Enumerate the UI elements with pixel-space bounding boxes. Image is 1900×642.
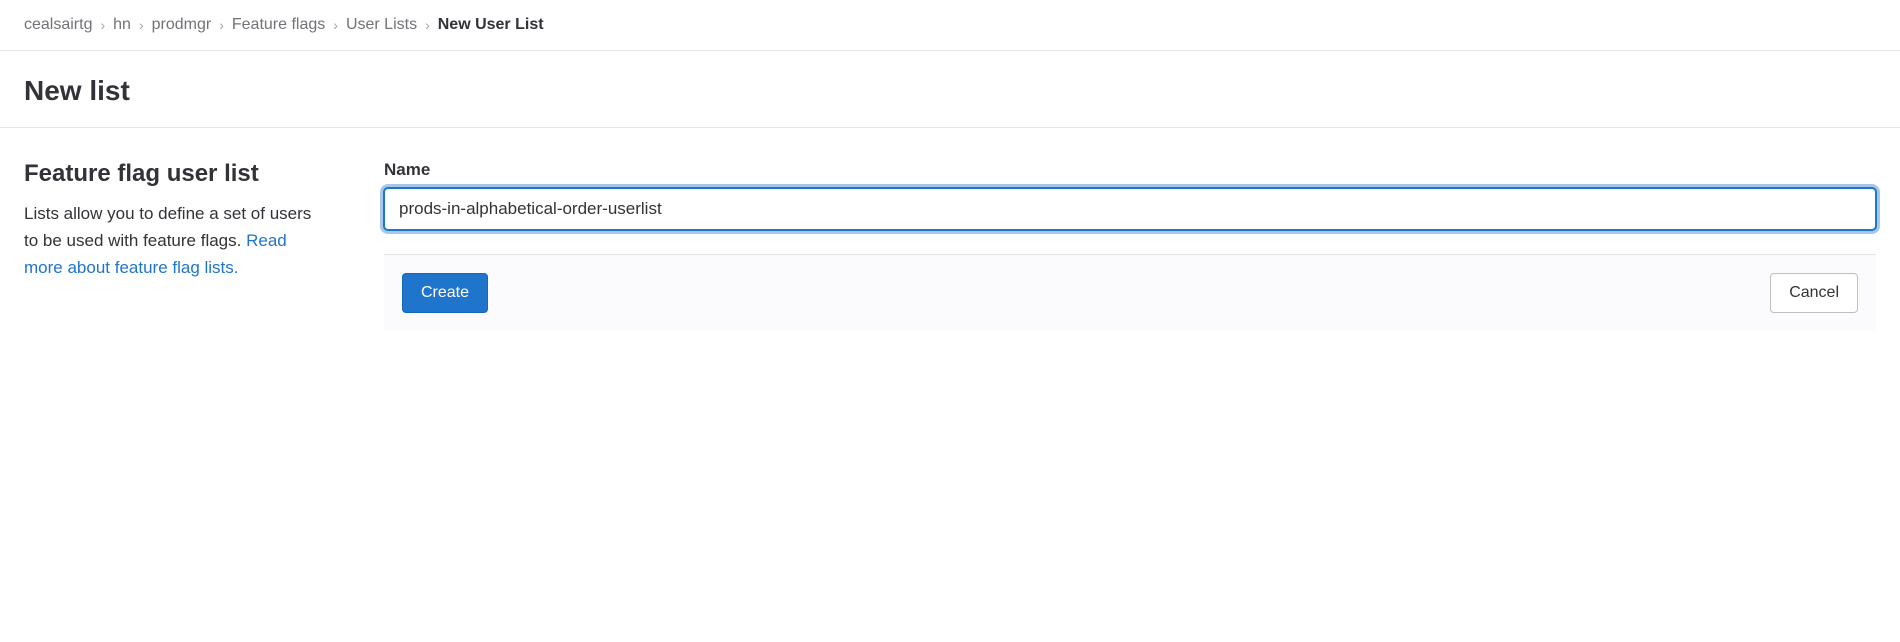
breadcrumb: cealsairtg › hn › prodmgr › Feature flag… bbox=[0, 0, 1900, 51]
breadcrumb-current: New User List bbox=[438, 16, 544, 34]
chevron-right-icon: › bbox=[219, 17, 224, 33]
breadcrumb-link-root[interactable]: cealsairtg bbox=[24, 16, 92, 34]
name-input[interactable] bbox=[384, 188, 1876, 230]
sidebar: Feature flag user list Lists allow you t… bbox=[24, 160, 324, 331]
content: Feature flag user list Lists allow you t… bbox=[0, 128, 1900, 363]
page-header: New list bbox=[0, 51, 1900, 128]
form-area: Name Create Cancel bbox=[384, 160, 1876, 331]
create-button[interactable]: Create bbox=[402, 273, 488, 313]
breadcrumb-link-group[interactable]: hn bbox=[113, 16, 131, 34]
chevron-right-icon: › bbox=[100, 17, 105, 33]
form-actions: Create Cancel bbox=[384, 254, 1876, 331]
breadcrumb-link-project[interactable]: prodmgr bbox=[152, 16, 212, 34]
name-label: Name bbox=[384, 160, 1876, 180]
cancel-button[interactable]: Cancel bbox=[1770, 273, 1858, 313]
chevron-right-icon: › bbox=[425, 17, 430, 33]
page-title: New list bbox=[24, 75, 1876, 107]
chevron-right-icon: › bbox=[333, 17, 338, 33]
breadcrumb-link-feature-flags[interactable]: Feature flags bbox=[232, 16, 325, 34]
sidebar-title: Feature flag user list bbox=[24, 160, 324, 188]
sidebar-description: Lists allow you to define a set of users… bbox=[24, 200, 324, 282]
chevron-right-icon: › bbox=[139, 17, 144, 33]
form-group-name: Name bbox=[384, 160, 1876, 230]
breadcrumb-link-user-lists[interactable]: User Lists bbox=[346, 16, 417, 34]
